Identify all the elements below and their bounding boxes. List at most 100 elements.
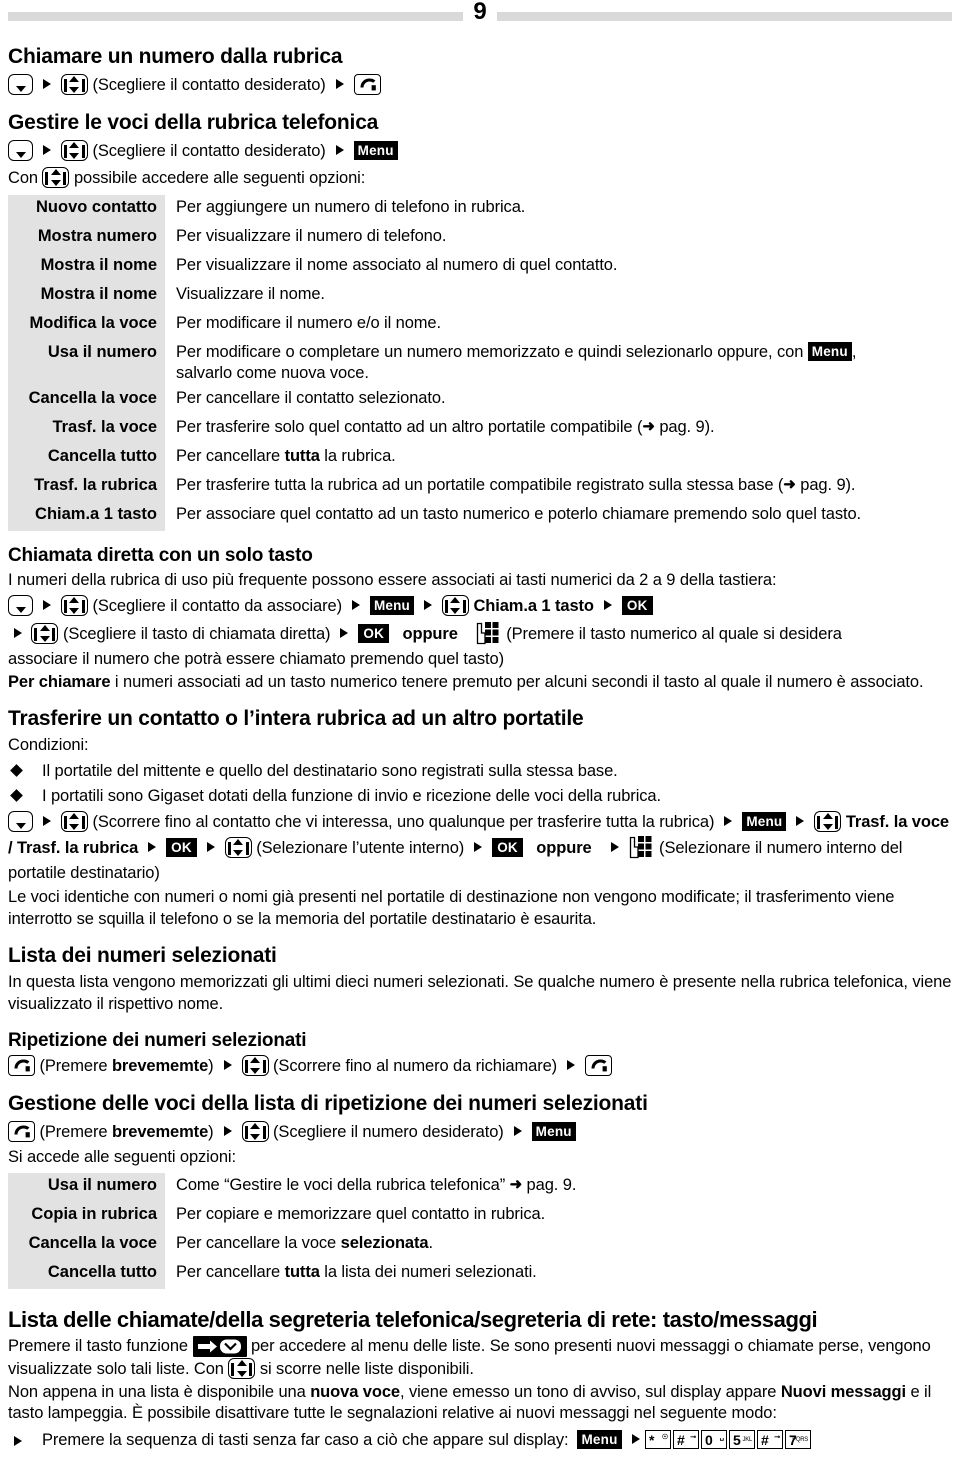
step-line-call-from-directory: (Scegliere il contatto desiderato) [8,73,952,98]
option-description: Per cancellare la voce selezionata. [165,1231,952,1260]
press-text-after: ) [208,1057,214,1076]
direct-call-step-1: (Scegliere il contatto da associare) Men… [8,594,952,619]
keycap-digit: 0 [705,1432,713,1449]
desc-part: , [851,342,857,361]
desc-emphasis: tutta [284,1262,320,1281]
option-label: Mostra il nome [8,252,165,282]
menu-softkey-badge[interactable]: Menu [369,596,414,616]
display-key-down-icon[interactable] [8,140,33,162]
step-arrow-icon [472,840,485,855]
navigation-key-icon[interactable] [814,811,842,833]
navigation-key-icon[interactable] [60,74,88,96]
step-text: (Scegliere il numero desiderato) [273,1123,504,1142]
table-row: Modifica la voce Per modificare il numer… [8,310,952,340]
ok-softkey-badge[interactable]: OK [492,837,523,857]
navigation-key-icon[interactable] [31,622,59,644]
desc-part: Per modificare o completare un numero me… [176,342,804,361]
table-row: Cancella la voce Per cancellare il conta… [8,386,952,416]
menu-softkey-badge[interactable]: Menu [742,812,787,832]
keycap-0[interactable]: 0 ␣ [701,1430,727,1450]
transfer-note: Le voci identiche con numeri o nomi già … [8,888,895,929]
option-label: Copia in rubrica [8,1201,165,1231]
navigation-key-icon[interactable] [60,811,88,833]
heading-transfer: Trasferire un contatto o l’intera rubric… [8,707,584,731]
option-label: Chiam.a 1 tasto [8,502,165,532]
cross-reference-arrow-icon: ➜ [642,418,655,436]
desc-part: salvarlo come nuova voce. [176,363,369,382]
talk-key-icon[interactable] [8,1121,35,1143]
keycap-hash[interactable]: # ⊸ [757,1430,783,1450]
paragraph-emphasis: nuova voce [310,1382,400,1401]
menu-softkey-badge[interactable]: Menu [353,141,398,161]
menu-softkey-badge[interactable]: Menu [531,1122,576,1142]
keypad-press-icon[interactable] [476,621,502,645]
menu-softkey-badge[interactable]: Menu [577,1430,622,1450]
navigation-key-icon[interactable] [241,1055,269,1077]
display-key-down-icon[interactable] [8,595,33,617]
step-arrow-icon [40,814,53,829]
step-arrow-icon [221,1124,234,1139]
redial-options-table: Usa il numero Come “Gestire le voci dell… [8,1172,952,1289]
step-text: (Premere il tasto numerico al quale si d… [506,624,842,643]
step-text: (Selezionare l’utente interno) [256,838,465,857]
talk-key-icon[interactable] [353,74,381,96]
display-key-down-icon[interactable] [8,811,33,833]
keycap-hash[interactable]: # ⊸ [673,1430,699,1450]
desc-part: ). [704,418,715,437]
option-description: Per aggiungere un numero di telefono in … [176,197,526,216]
desc-part: la rubrica. [319,447,396,466]
table-row: Cancella la voce Per cancellare la voce … [8,1230,952,1260]
paragraph-emphasis: Nuovi messaggi [780,1382,906,1401]
ok-softkey-badge[interactable]: OK [166,837,197,857]
display-key-down-icon[interactable] [8,74,33,96]
navigation-key-icon[interactable] [60,595,88,617]
step-arrow-icon [722,814,735,829]
step-arrow-icon [794,814,807,829]
option-description: Visualizzare il nome. [176,284,325,303]
option-description: Per visualizzare il numero di telefono. [176,226,447,245]
desc-part: . [428,1233,433,1252]
desc-part: Per trasferire tutta la rubrica ad un po… [176,476,784,495]
press-text-after: ) [208,1123,214,1142]
keycap-sub-icon: ␣ [719,1434,724,1442]
keycap-sub-icon: ☉ [661,1434,668,1442]
desc-reference: pag. 9 [800,476,846,495]
option-label: Usa il numero [8,339,165,387]
keycap-star[interactable]: * ☉ [645,1430,671,1450]
desc-reference: pag. 9 [526,1175,572,1194]
dialed-list-body: In questa lista vengono memorizzati gli … [8,973,952,1013]
keycap-7[interactable]: 7 PQRS [785,1430,811,1450]
option-description: Per cancellare tutta la lista dei numeri… [165,1260,952,1289]
desc-part: Per cancellare [176,1262,285,1281]
option-label: Nuovo contatto [8,194,165,224]
talk-key-icon[interactable] [8,1055,35,1077]
navigation-key-icon[interactable] [42,166,70,188]
option-description: Per associare quel contatto ad un tasto … [176,505,862,524]
heading-redial: Ripetizione dei numeri selezionati [8,1029,307,1051]
step-arrow-icon [511,1124,524,1139]
message-key-icon[interactable] [192,1336,247,1358]
navigation-key-icon[interactable] [441,595,469,617]
direct-call-step-2: (Scegliere il tasto di chiamata diretta)… [8,621,952,647]
step-arrow-icon [629,1432,642,1447]
navigation-key-icon[interactable] [241,1121,269,1143]
navigation-key-icon[interactable] [60,140,88,162]
ok-softkey-badge[interactable]: OK [621,596,653,616]
menu-softkey-badge[interactable]: Menu [807,341,852,361]
ok-softkey-badge[interactable]: OK [358,623,390,643]
table-row: Nuovo contatto Per aggiungere un numero … [8,194,952,224]
keycap-digit: # [761,1432,769,1449]
paragraph-part: si scorre nelle liste disponibili. [259,1359,474,1378]
navigation-key-icon[interactable] [224,836,252,858]
step-text: (Scorrere fino al contatto che vi intere… [92,813,715,832]
desc-part: Per cancellare la voce [176,1233,341,1252]
press-emphasis: brevememte [111,1123,209,1142]
option-description: Per modificare o completare un numero me… [165,340,952,387]
keycap-5[interactable]: 5 JKL [729,1430,755,1450]
talk-key-icon[interactable] [585,1055,613,1077]
step-arrow-icon [204,840,217,855]
desc-part: Come “Gestire le voci della rubrica tele… [176,1175,510,1194]
table-row: Usa il numero Per modificare o completar… [8,339,952,387]
keypad-press-icon[interactable] [629,835,655,859]
navigation-key-icon[interactable] [228,1357,256,1379]
